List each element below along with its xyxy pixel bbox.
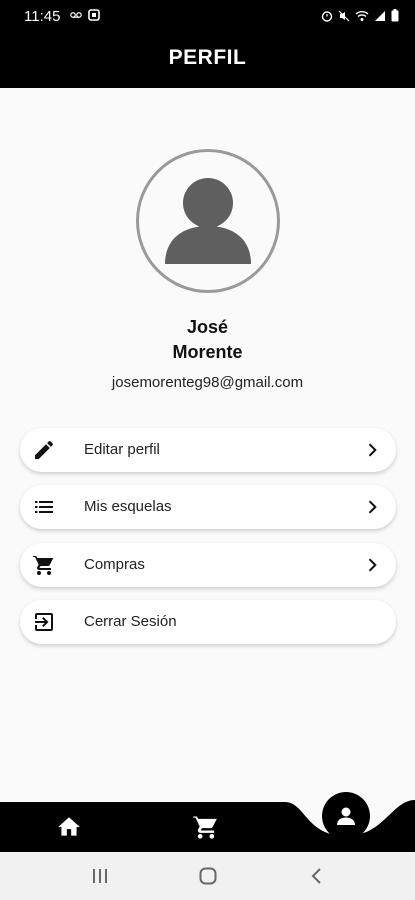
menu-item-label: Editar perfil <box>84 441 160 458</box>
avatar <box>136 149 280 293</box>
menu-item-label: Mis esquelas <box>84 498 172 515</box>
profile-first-name: José <box>186 317 229 337</box>
profile-nav-button[interactable] <box>322 792 370 840</box>
home-circle-icon[interactable] <box>197 866 219 886</box>
notification-icon <box>88 9 100 21</box>
menu-item-mis-esquelas[interactable]: Mis esquelas <box>20 485 396 529</box>
menu-item-label: Cerrar Sesión <box>84 613 177 630</box>
chevron-right-icon <box>368 443 377 457</box>
profile-icon <box>337 807 355 825</box>
app-header: 11:45 PERFIL <box>0 0 415 88</box>
person-icon <box>165 178 251 264</box>
alarm-icon <box>321 10 333 22</box>
chevron-right-icon <box>368 558 377 572</box>
list-icon <box>35 501 53 513</box>
logout-icon <box>35 613 53 631</box>
recents-icon[interactable] <box>89 866 111 886</box>
voicemail-icon <box>70 12 82 18</box>
signal-icon <box>375 10 385 21</box>
cart-icon[interactable] <box>192 813 220 841</box>
profile-last-name: Morente <box>172 342 243 362</box>
battery-icon <box>391 9 399 22</box>
pencil-icon <box>35 440 54 459</box>
status-time: 11:45 <box>24 8 61 25</box>
chevron-right-icon <box>368 500 377 514</box>
mute-icon <box>338 10 350 21</box>
menu-item-label: Compras <box>84 556 145 573</box>
home-icon[interactable] <box>56 814 82 840</box>
wifi-icon <box>355 10 369 21</box>
cart-icon <box>33 555 54 575</box>
back-icon[interactable] <box>306 866 328 886</box>
menu-item-editar-perfil[interactable]: Editar perfil <box>20 428 396 472</box>
menu-item-compras[interactable]: Compras <box>20 543 396 587</box>
menu-item-cerrar-sesion[interactable]: Cerrar Sesión <box>20 600 396 644</box>
profile-email: josemorenteg98@gmail.com <box>111 374 304 391</box>
status-bar: 11:45 <box>0 0 415 34</box>
system-navigation <box>0 852 415 900</box>
page-title: PERFIL <box>168 46 247 69</box>
